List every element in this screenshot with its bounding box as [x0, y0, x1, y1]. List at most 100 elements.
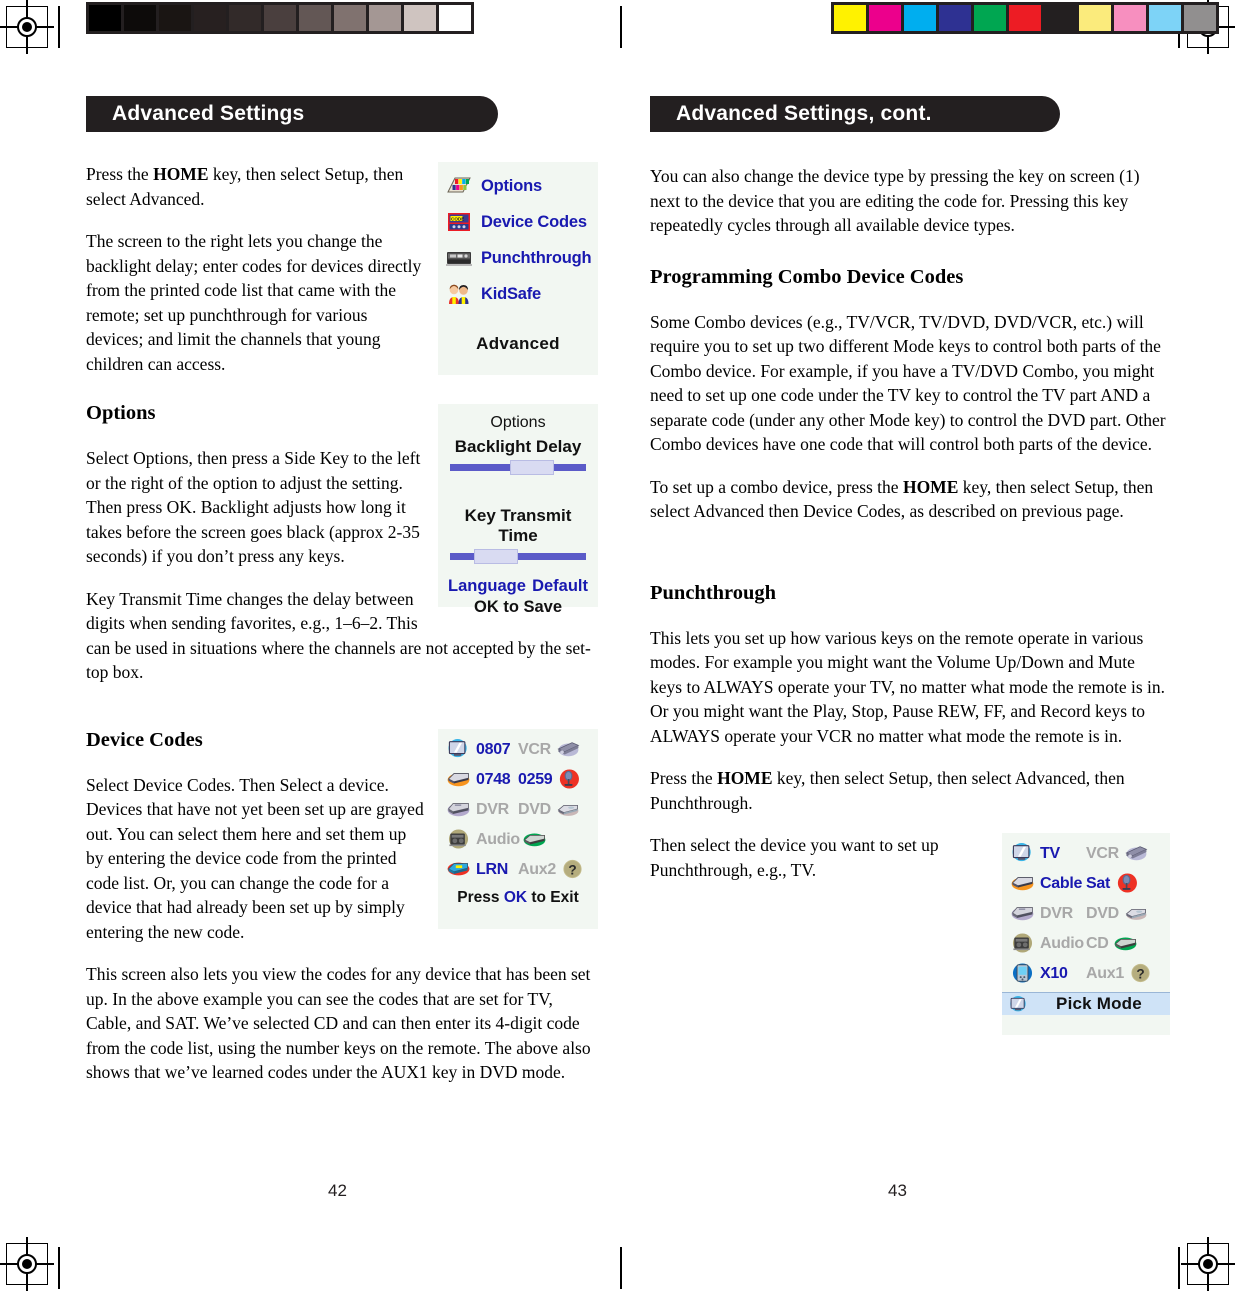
cable-icon — [446, 769, 472, 791]
footer-ok-label: OK — [503, 888, 528, 906]
device-row: X10 Aux1? — [1010, 959, 1162, 989]
slider-knob[interactable] — [474, 549, 519, 564]
device-slot-dvr[interactable]: DVR — [446, 799, 518, 821]
combo-codes-paragraph-2: To set up a combo device, press the HOME… — [650, 475, 1170, 524]
device-slot-dvd[interactable]: DVD — [1086, 903, 1162, 925]
punchthrough-pick-block: TV VCR Cable Sat DVR DVD Audio CD X10 Aux1? Pick … — [650, 833, 1170, 1041]
device-slot-x10[interactable]: X10 — [1010, 963, 1086, 985]
device-row: 0748 0259 — [446, 765, 590, 795]
menu-item-options[interactable]: Options — [446, 168, 590, 204]
dvd-icon — [555, 799, 581, 821]
right-page: Advanced Settings, cont. You can also ch… — [650, 96, 1170, 1041]
device-slot-tv[interactable]: 0807 — [446, 738, 518, 761]
sat-icon — [1114, 873, 1140, 895]
vcr-icon — [555, 739, 581, 761]
pick-mode-label: Pick Mode — [1056, 994, 1142, 1013]
help-icon: ? — [1128, 963, 1154, 985]
menu-footer-label: Advanced — [476, 334, 560, 353]
svg-text:?: ? — [1136, 966, 1144, 981]
device-slot-cable[interactable]: Cable — [1010, 873, 1086, 895]
menu-item-device-codes[interactable]: CODE Device Codes — [446, 204, 590, 240]
x10-icon — [1010, 963, 1036, 985]
device-label: Audio — [476, 830, 520, 848]
device-label: DVR — [476, 800, 509, 818]
device-slot-audio[interactable]: Audio — [446, 828, 520, 851]
device-slot-sat[interactable]: 0259 — [518, 768, 590, 791]
punchthrough-screenshot: TV VCR Cable Sat DVR DVD Audio CD X10 Aux1? Pick … — [1002, 833, 1170, 1035]
grayscale-swatch — [194, 5, 226, 31]
home-key-keyword: HOME — [902, 476, 959, 497]
registration-mark-bottom-right — [1181, 1237, 1235, 1291]
code-keypad-icon: CODE — [446, 211, 472, 233]
pick-mode-button[interactable]: Pick Mode — [1002, 992, 1170, 1015]
page-number-right: 43 — [888, 1181, 907, 1200]
device-row: 0807 VCR — [446, 735, 590, 765]
punchthrough-paragraph-1: This lets you set up how various keys on… — [650, 627, 1166, 746]
color-swatch — [834, 5, 866, 31]
device-label: DVD — [1086, 905, 1119, 922]
color-swatch — [1114, 5, 1146, 31]
registration-mark-top-left — [0, 0, 54, 54]
device-row: LRN Aux2? — [446, 855, 590, 885]
device-row: DVR DVD — [1010, 899, 1162, 929]
device-label: 0259 — [518, 770, 553, 788]
device-slot-tv[interactable]: TV — [1010, 843, 1086, 865]
cd-icon — [522, 829, 548, 851]
language-link[interactable]: Language — [448, 577, 526, 596]
device-label: VCR — [518, 740, 551, 758]
backlight-delay-slider[interactable] — [450, 460, 586, 475]
device-label: Aux2 — [518, 860, 556, 878]
sat-icon — [556, 768, 582, 791]
kids-icon — [446, 283, 472, 305]
page-title-right: Advanced Settings, cont. — [650, 96, 1060, 132]
device-slot-help[interactable]: Aux2? — [518, 859, 590, 881]
grayscale-swatch — [334, 5, 366, 31]
device-slot-vcr[interactable]: VCR — [518, 739, 590, 761]
device-slot-dvd[interactable]: DVD — [518, 799, 590, 821]
device-slot-help[interactable]: Aux1? — [1086, 963, 1162, 985]
device-row: Audio — [446, 825, 590, 855]
device-slot-cd[interactable]: CD — [1086, 933, 1162, 955]
grayscale-swatch — [229, 5, 261, 31]
menu-item-label: KidSafe — [481, 284, 542, 303]
trim-line-top-left — [58, 6, 60, 48]
device-slot-sat[interactable]: Sat — [1086, 873, 1162, 895]
trim-line-top-center — [620, 6, 622, 48]
svg-text:?: ? — [568, 862, 576, 877]
device-slot-vcr[interactable]: VCR — [1086, 843, 1162, 865]
slider-knob[interactable] — [509, 460, 554, 475]
punch-text-a: Press the — [650, 768, 718, 788]
page-number-left: 42 — [328, 1181, 347, 1200]
device-label: Audio — [1040, 935, 1084, 952]
learn-icon — [446, 859, 472, 881]
cable-icon — [1010, 873, 1036, 895]
audio-icon — [1010, 933, 1036, 955]
tv-icon — [1010, 843, 1036, 865]
device-slot-learn[interactable]: LRN — [446, 859, 518, 881]
device-codes-footer: Press OK to Exit — [446, 889, 590, 907]
device-row: TV VCR — [1010, 839, 1162, 869]
trim-line-bottom-center — [620, 1247, 622, 1289]
color-calibration-strip — [831, 2, 1219, 34]
device-slot-audio[interactable]: Audio — [1010, 933, 1086, 955]
combo-text-a: To set up a combo device, press the — [650, 476, 903, 497]
default-link[interactable]: Default — [532, 577, 588, 596]
dvr-icon — [446, 799, 472, 821]
color-swatch — [869, 5, 901, 31]
device-slot-cable[interactable]: 0748 — [446, 769, 518, 791]
device-slot-cd[interactable] — [518, 829, 590, 851]
color-swatch — [1079, 5, 1111, 31]
key-transmit-time-slider[interactable] — [450, 549, 586, 564]
grayscale-swatch — [159, 5, 191, 31]
menu-item-kidsafe[interactable]: KidSafe — [446, 276, 590, 312]
grayscale-swatch — [404, 5, 436, 31]
punchthrough-paragraph-2: Press the HOME key, then select Setup, t… — [650, 766, 1170, 815]
left-page: Advanced Settings Options CODE Device Co… — [86, 96, 598, 1103]
color-swatch — [1044, 5, 1076, 31]
device-slot-dvr[interactable]: DVR — [1010, 903, 1086, 925]
grayscale-swatch — [124, 5, 156, 31]
device-label: DVR — [1040, 905, 1073, 922]
color-swatch — [1184, 5, 1216, 31]
menu-item-punchthrough[interactable]: Punchthrough — [446, 240, 592, 276]
device-codes-paragraph-2: This screen also lets you view the codes… — [86, 964, 591, 1082]
